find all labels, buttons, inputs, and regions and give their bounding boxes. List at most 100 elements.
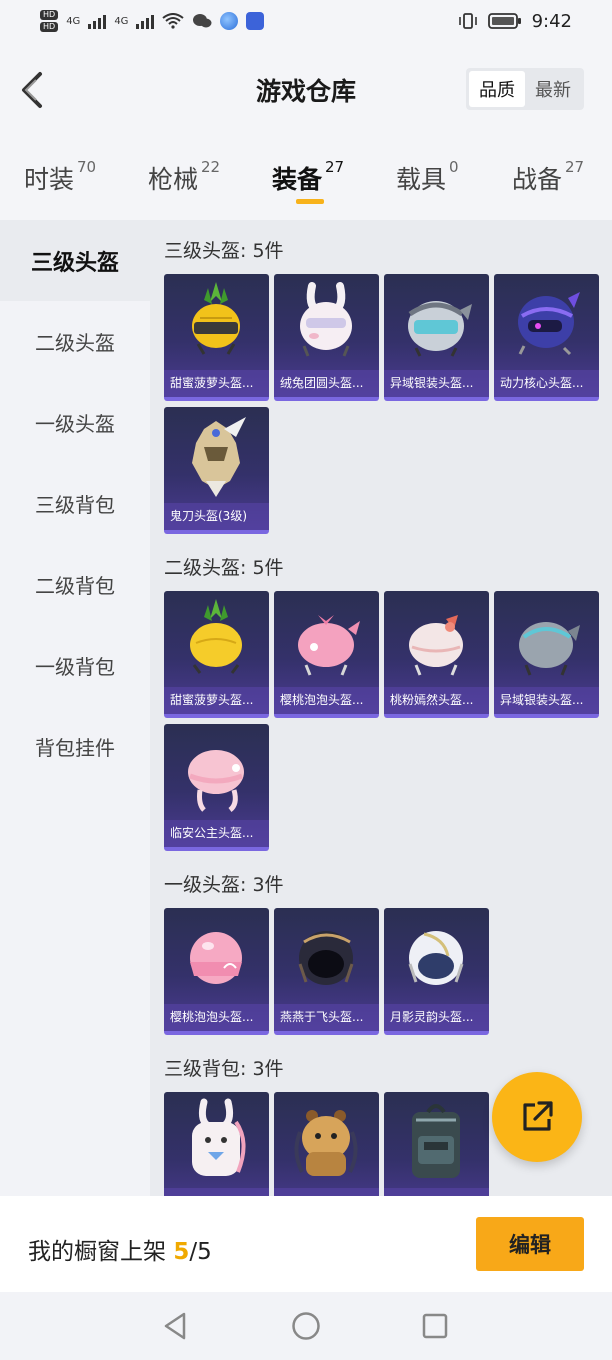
tab-equipment[interactable]: 装备 27 — [272, 158, 345, 196]
showcase-status: 我的橱窗上架 5/5 — [28, 1232, 212, 1266]
page-header: 游戏仓库 品质 最新 — [0, 42, 612, 138]
hd-badge: HD — [40, 22, 59, 32]
section-title: 一级头盔: 3件 — [164, 874, 284, 896]
tab-label: 枪械 — [148, 165, 199, 194]
item-card[interactable]: 樱桃泡泡头盔... — [164, 908, 269, 1035]
swallow-helmet-icon — [298, 931, 354, 985]
status-bar: HD HD 4G 4G 9:42 — [0, 0, 612, 42]
tab-count: 27 — [565, 158, 585, 176]
item-card[interactable] — [384, 1092, 489, 1196]
hd-badge: HD — [40, 10, 59, 20]
item-name: 月影灵韵头盔... — [384, 1004, 489, 1031]
item-card[interactable]: 鬼刀头盔(3级) — [164, 407, 269, 534]
signal-icon — [136, 13, 155, 29]
item-name: 鬼刀头盔(3级) — [164, 503, 269, 530]
item-card[interactable] — [164, 1092, 269, 1196]
item-grid-area[interactable]: 三级头盔: 5件 甜蜜菠萝头盔... 绒兔团圆头盔... 异域银装头盔... 动… — [150, 220, 612, 1196]
item-name: 临安公主头盔... — [164, 820, 269, 847]
power-core-helmet-icon — [518, 292, 580, 356]
sort-quality-button[interactable]: 品质 — [469, 71, 525, 107]
hd-badges: HD HD — [40, 10, 59, 32]
item-name: 动力核心头盔... — [494, 370, 599, 397]
section-title: 三级背包: 3件 — [164, 1058, 284, 1080]
signal-icon — [88, 13, 107, 29]
wifi-icon — [162, 13, 185, 29]
showcase-current-count: 5 — [173, 1239, 190, 1265]
sidebar-item-level2-backpack[interactable]: 二级背包 — [0, 544, 150, 625]
moon-shadow-helmet-icon — [408, 931, 464, 985]
section-title: 三级头盔: 5件 — [164, 240, 284, 262]
subcategory-sidebar: 三级头盔 二级头盔 一级头盔 三级背包 二级背包 一级背包 背包挂件 — [0, 220, 150, 1196]
item-name: 绒兔团圆头盔... — [274, 370, 379, 397]
item-card[interactable]: 临安公主头盔... — [164, 724, 269, 851]
bear-backpack-icon — [294, 1110, 358, 1176]
tab-label: 战备 — [512, 165, 563, 194]
home-circle-icon[interactable] — [290, 1310, 322, 1342]
tab-label: 装备 — [272, 165, 323, 194]
item-card[interactable]: 异域银装头盔... — [384, 274, 489, 401]
sidebar-item-level1-backpack[interactable]: 一级背包 — [0, 625, 150, 706]
item-card[interactable]: 绒兔团圆头盔... — [274, 274, 379, 401]
tab-count: 70 — [77, 158, 97, 176]
exotic-silver-helmet-icon — [519, 622, 580, 676]
pineapple-helmet-icon — [192, 282, 240, 355]
showcase-label: 我的橱窗上架 — [28, 1239, 166, 1265]
item-card[interactable]: 动力核心头盔... — [494, 274, 599, 401]
item-name: 甜蜜菠萝头盔... — [164, 370, 269, 397]
item-name: 异域银装头盔... — [384, 370, 489, 397]
tactical-backpack-icon — [412, 1104, 460, 1178]
cherry-bubble-helmet-icon — [190, 932, 242, 984]
active-tab-indicator — [296, 199, 324, 204]
sidebar-item-level3-helmet[interactable]: 三级头盔 — [0, 220, 150, 301]
item-card[interactable]: 异域银装头盔... — [494, 591, 599, 718]
tab-label: 时装 — [24, 165, 75, 194]
tab-count: 27 — [325, 158, 345, 176]
recents-square-icon[interactable] — [420, 1310, 450, 1342]
bunny-backpack-icon — [192, 1098, 246, 1176]
ghost-blade-helmet-icon — [192, 417, 246, 497]
item-name: 燕燕于飞头盔... — [274, 1004, 379, 1031]
peach-pink-helmet-icon — [409, 615, 463, 676]
item-card[interactable] — [274, 1092, 379, 1196]
item-name: 甜蜜菠萝头盔... — [164, 687, 269, 714]
item-name — [164, 1188, 269, 1196]
item-card[interactable]: 樱桃泡泡头盔... — [274, 591, 379, 718]
edit-button[interactable]: 编辑 — [476, 1217, 584, 1271]
item-card[interactable]: 甜蜜菠萝头盔... — [164, 591, 269, 718]
vibrate-icon — [458, 13, 477, 29]
exotic-silver-helmet-icon — [408, 301, 472, 357]
item-card[interactable]: 甜蜜菠萝头盔... — [164, 274, 269, 401]
music-app-icon — [246, 12, 265, 30]
item-name: 樱桃泡泡头盔... — [274, 687, 379, 714]
category-tabs: 时装 70 枪械 22 装备 27 载具 0 战备 27 — [0, 138, 612, 220]
system-nav-bar — [0, 1292, 612, 1360]
network-type: 4G — [114, 15, 129, 27]
sidebar-item-level3-backpack[interactable]: 三级背包 — [0, 463, 150, 544]
item-name: 异域银装头盔... — [494, 687, 599, 714]
tab-battle-prep[interactable]: 战备 27 — [512, 158, 585, 196]
back-triangle-icon[interactable] — [160, 1310, 190, 1342]
clock: 9:42 — [531, 10, 572, 32]
external-link-icon — [523, 1101, 553, 1131]
showcase-total-count: 5 — [197, 1239, 212, 1265]
sidebar-item-level1-helmet[interactable]: 一级头盔 — [0, 382, 150, 463]
item-card[interactable]: 燕燕于飞头盔... — [274, 908, 379, 1035]
status-left: HD HD 4G 4G — [40, 10, 265, 32]
sidebar-item-backpack-charm[interactable]: 背包挂件 — [0, 706, 150, 787]
status-right: 9:42 — [458, 11, 572, 32]
item-name — [274, 1188, 379, 1196]
sidebar-item-level2-helmet[interactable]: 二级头盔 — [0, 301, 150, 382]
tab-fashion[interactable]: 时装 70 — [24, 158, 97, 196]
tab-count: 22 — [201, 158, 221, 176]
section-title: 二级头盔: 5件 — [164, 557, 284, 579]
battery-icon — [487, 13, 521, 29]
item-card[interactable]: 月影灵韵头盔... — [384, 908, 489, 1035]
tab-vehicles[interactable]: 载具 0 — [396, 158, 459, 196]
item-name — [384, 1188, 489, 1196]
share-button[interactable] — [492, 1072, 582, 1162]
tab-guns[interactable]: 枪械 22 — [148, 158, 221, 196]
item-card[interactable]: 桃粉嫣然头盔... — [384, 591, 489, 718]
browser-app-icon — [220, 12, 239, 30]
linan-princess-helmet-icon — [188, 750, 244, 812]
sort-newest-button[interactable]: 最新 — [525, 71, 581, 107]
